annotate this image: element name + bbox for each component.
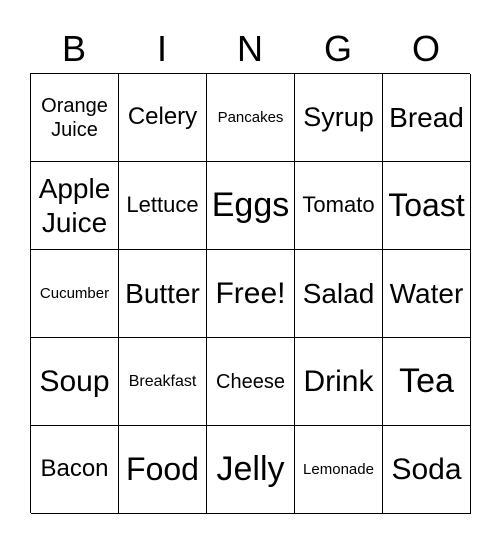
bingo-cell: Jelly [207, 426, 295, 514]
bingo-cell: Eggs [207, 162, 295, 250]
header-letter-n: N [237, 28, 263, 69]
header-letter-o: O [411, 28, 440, 69]
bingo-cell: Bacon [31, 426, 119, 514]
bingo-cell: Tea [383, 338, 471, 426]
bingo-cell: Celery [119, 74, 207, 162]
bingo-cell: Pancakes [207, 74, 295, 162]
bingo-cell: Water [383, 250, 471, 338]
bingo-cell: Soup [31, 338, 119, 426]
header-letter-g: G [323, 28, 352, 69]
bingo-cell: Lettuce [119, 162, 207, 250]
bingo-cell: Soda [383, 426, 471, 514]
bingo-cell: Cheese [207, 338, 295, 426]
bingo-cell: Lemonade [295, 426, 383, 514]
bingo-header: B I N G O [30, 26, 470, 72]
bingo-cell: Salad [295, 250, 383, 338]
free-space-cell: Free! [207, 250, 295, 338]
bingo-cell: Butter [119, 250, 207, 338]
bingo-cell: Apple Juice [31, 162, 119, 250]
bingo-cell: Food [119, 426, 207, 514]
bingo-cell: Toast [383, 162, 471, 250]
bingo-cell: Cucumber [31, 250, 119, 338]
header-letter-i: I [156, 28, 167, 69]
bingo-cell: Orange Juice [31, 74, 119, 162]
bingo-cell: Drink [295, 338, 383, 426]
bingo-cell: Syrup [295, 74, 383, 162]
header-letter-b: B [61, 28, 86, 69]
bingo-grid: Orange Juice Celery Pancakes Syrup Bread… [30, 73, 471, 514]
bingo-cell: Tomato [295, 162, 383, 250]
bingo-cell: Bread [383, 74, 471, 162]
bingo-cell: Breakfast [119, 338, 207, 426]
